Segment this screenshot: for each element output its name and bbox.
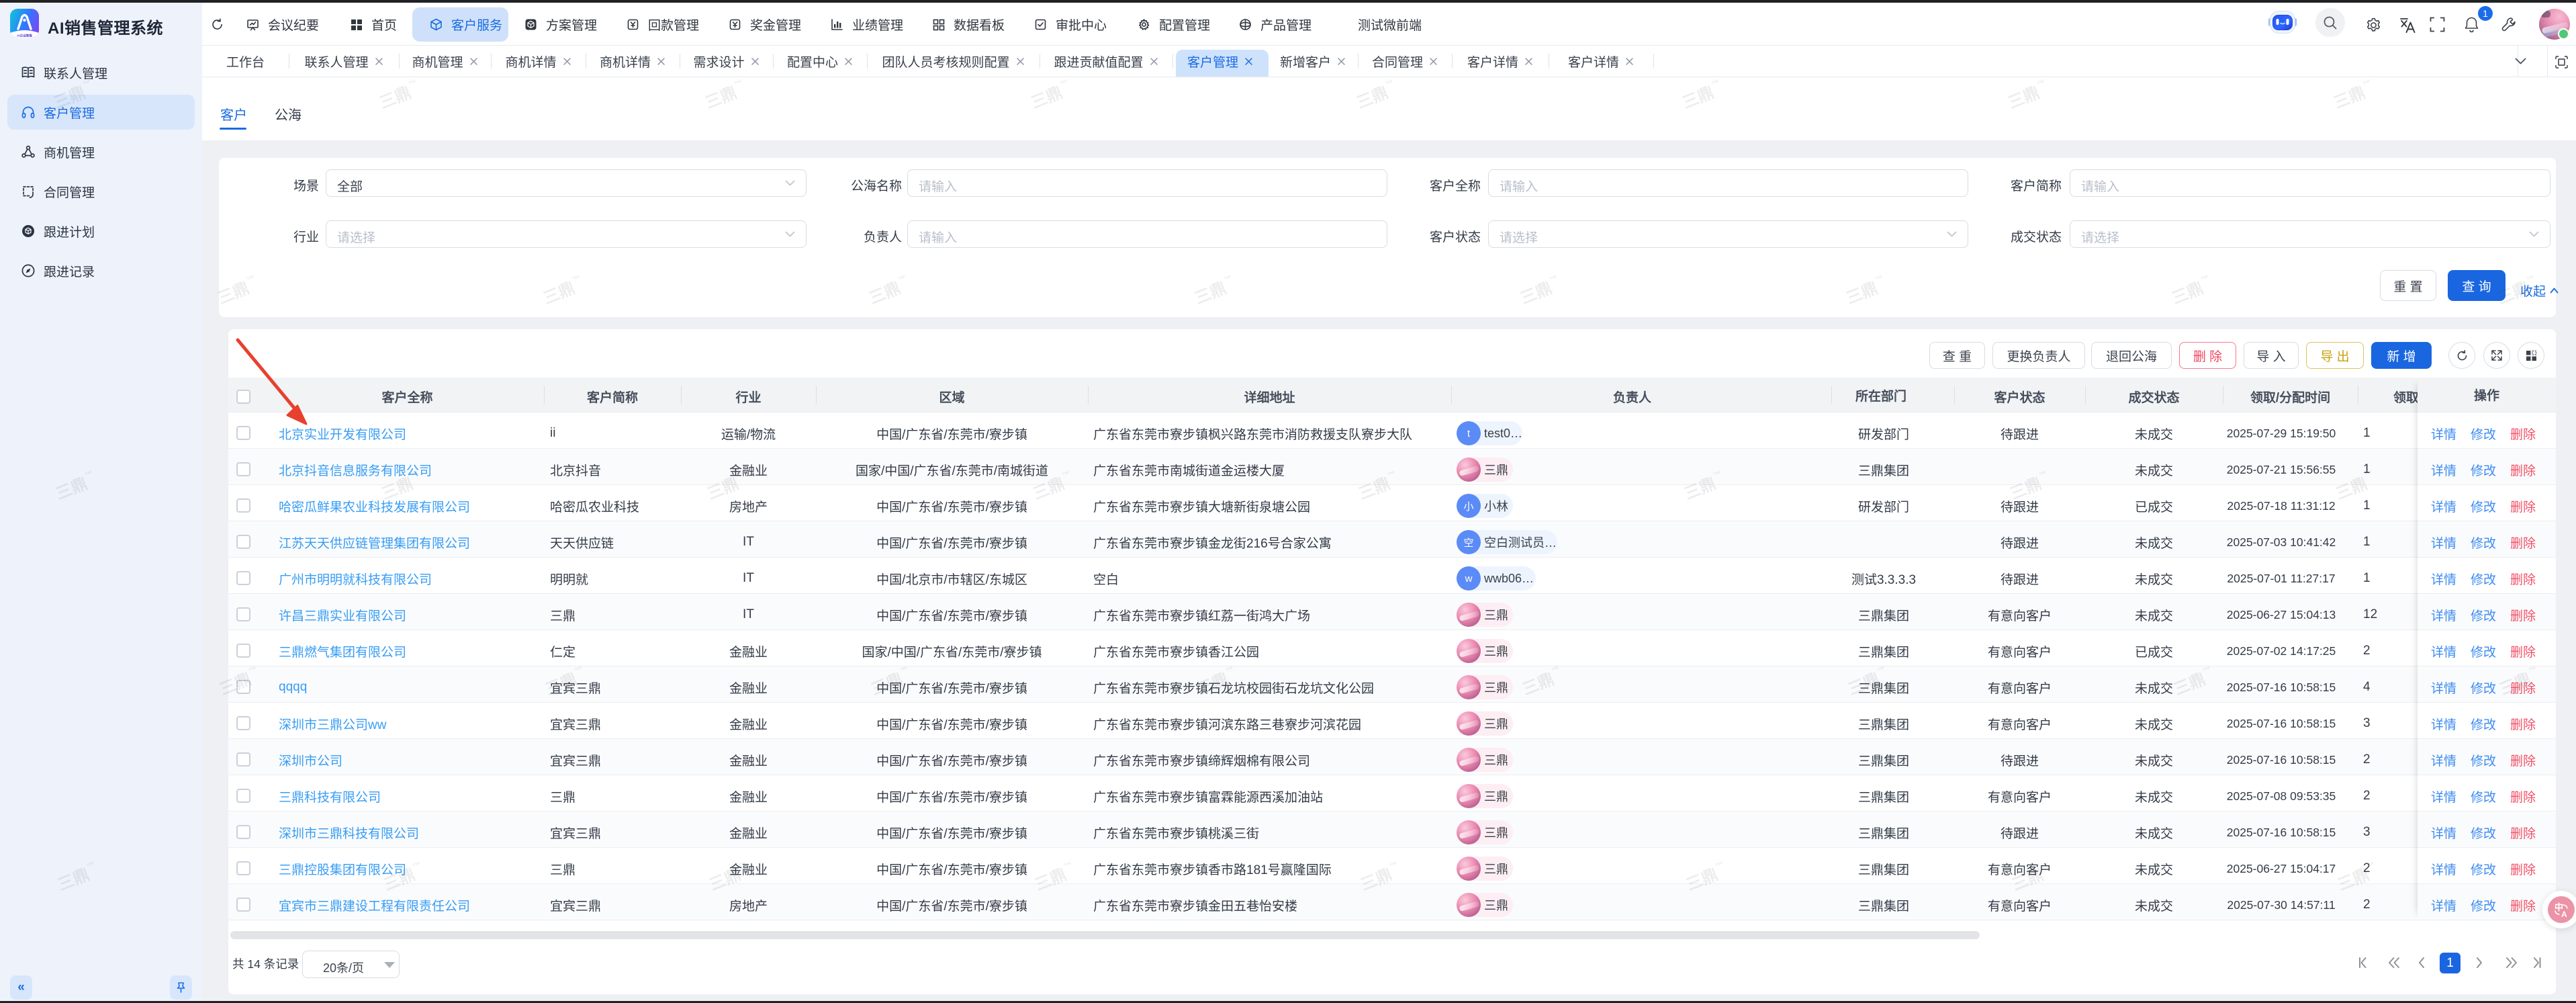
svg-text:AI企业智能: AI企业智能 — [17, 33, 32, 38]
svg-text:A: A — [2561, 910, 2567, 918]
